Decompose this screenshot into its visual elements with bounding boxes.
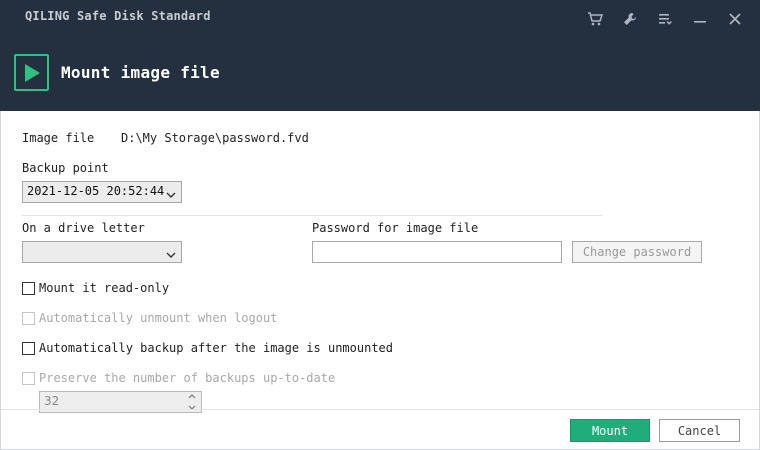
drive-letter-label: On a drive letter <box>22 221 145 235</box>
preserve-backups-checkbox[interactable] <box>22 372 35 385</box>
image-file-path: D:\My Storage\password.fvd <box>121 131 309 145</box>
preserve-backups-label: Preserve the number of backups up-to-dat… <box>39 371 336 385</box>
cancel-button[interactable]: Cancel <box>659 419 740 442</box>
minimize-icon[interactable] <box>682 6 717 32</box>
auto-unmount-checkbox[interactable] <box>22 312 35 325</box>
app-title: QILING Safe Disk Standard <box>25 9 211 23</box>
chevron-down-icon <box>166 248 176 262</box>
image-file-label: Image file <box>22 131 95 145</box>
close-icon[interactable] <box>717 6 752 32</box>
section-divider <box>22 215 602 216</box>
read-only-label: Mount it read-only <box>39 281 170 295</box>
chevron-up-icon[interactable] <box>188 394 196 399</box>
chevron-down-icon <box>166 188 176 202</box>
change-password-button[interactable]: Change password <box>572 241 702 263</box>
stepper-arrows <box>185 394 199 410</box>
backup-point-value: 2021-12-05 20:52:44 <box>27 184 165 198</box>
backup-point-select[interactable]: 2021-12-05 20:52:44 <box>22 181 182 203</box>
cart-icon[interactable] <box>577 6 612 32</box>
mount-button[interactable]: Mount <box>570 419 650 442</box>
window-controls <box>577 6 752 32</box>
read-only-checkbox[interactable] <box>22 282 35 295</box>
play-icon <box>14 54 49 91</box>
auto-backup-checkbox[interactable] <box>22 342 35 355</box>
drive-letter-select[interactable] <box>22 241 182 263</box>
title-bar: QILING Safe Disk Standard Mount image fi… <box>0 0 760 111</box>
auto-backup-label: Automatically backup after the image is … <box>39 341 394 355</box>
wrench-icon[interactable] <box>612 6 647 32</box>
auto-unmount-label: Automatically unmount when logout <box>39 311 278 325</box>
page-title: Mount image file <box>61 63 220 82</box>
backups-count-value: 32 <box>44 394 60 408</box>
password-label: Password for image file <box>312 221 479 235</box>
mount-form: Image file D:\My Storage\password.fvd Ba… <box>0 111 760 450</box>
menu-icon[interactable] <box>647 6 682 32</box>
password-input[interactable] <box>312 241 562 263</box>
footer-divider <box>1 409 759 410</box>
backup-point-label: Backup point <box>22 161 109 175</box>
